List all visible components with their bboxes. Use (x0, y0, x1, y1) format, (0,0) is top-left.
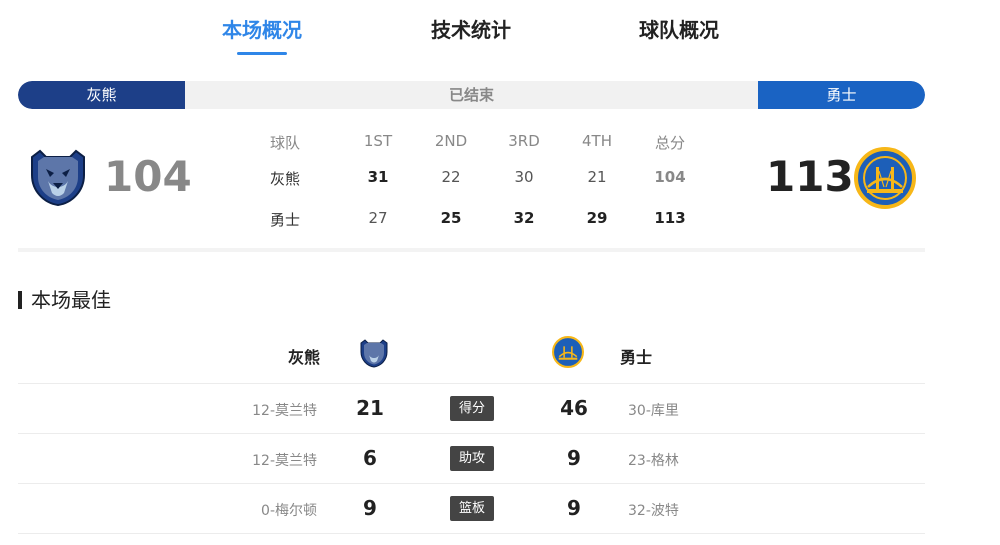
tab-label: 球队概况 (639, 18, 719, 42)
away-player-name[interactable]: 23-格林 (628, 450, 679, 470)
table-cell-q2: 25 (440, 209, 462, 227)
game-status-bar: 已结束 灰熊 勇士 (18, 81, 925, 109)
away-stat-value: 46 (560, 396, 588, 420)
warriors-logo-icon (552, 336, 584, 368)
away-stat-value: 9 (567, 496, 581, 520)
scoreboard: 104 球队 1ST 2ND 3RD 4TH 总分 灰熊 31 22 30 21… (18, 120, 925, 252)
tab-game-overview[interactable]: 本场概况 (222, 14, 302, 55)
stat-type-badge: 篮板 (450, 496, 494, 521)
tab-tech-stats[interactable]: 技术统计 (431, 14, 511, 43)
home-stat-value: 21 (356, 396, 384, 420)
table-cell-q2: 22 (441, 168, 461, 186)
table-cell-q3: 32 (513, 209, 535, 227)
table-cell-q4: 29 (586, 209, 608, 227)
away-stat-value: 9 (567, 446, 581, 470)
tab-label: 本场概况 (222, 18, 302, 42)
away-player-name[interactable]: 30-库里 (628, 400, 679, 420)
best-stat-row-rebounds: 0-梅尔顿 9 篮板 9 32-波特 (18, 484, 925, 534)
best-players-heading: 本场最佳 (18, 284, 111, 313)
table-header: 2ND (434, 132, 468, 150)
away-team-pill: 勇士 (758, 81, 925, 109)
home-player-name[interactable]: 12-莫兰特 (252, 400, 317, 420)
table-cell-team: 灰熊 (269, 170, 300, 188)
tab-bar: 本场概况 技术统计 球队概况 (0, 14, 1000, 59)
away-team-name: 勇士 (620, 348, 653, 367)
table-cell-team: 勇士 (269, 211, 300, 229)
away-player-name[interactable]: 32-波特 (628, 500, 679, 520)
table-cell-q1: 27 (368, 209, 388, 227)
home-player-name[interactable]: 12-莫兰特 (252, 450, 317, 470)
table-cell-total: 104 (654, 168, 686, 186)
grizzlies-logo-icon (31, 149, 85, 207)
table-cell-total: 113 (654, 209, 686, 227)
home-score: 104 (104, 152, 192, 201)
table-header: 1ST (363, 132, 393, 150)
grizzlies-logo-icon (360, 339, 388, 368)
tab-team-overview[interactable]: 球队概况 (639, 14, 719, 43)
home-stat-value: 9 (363, 496, 377, 520)
tab-label: 技术统计 (431, 18, 511, 42)
best-players-header: 灰熊 勇士 (18, 334, 925, 384)
table-cell-q1: 31 (367, 168, 389, 186)
stat-type-badge: 助攻 (450, 446, 494, 471)
table-header: 球队 (269, 134, 300, 152)
home-team-pill: 灰熊 (18, 81, 185, 109)
active-tab-indicator (237, 52, 287, 55)
table-cell-q4: 21 (587, 168, 607, 186)
best-stat-row-assists: 12-莫兰特 6 助攻 9 23-格林 (18, 434, 925, 484)
warriors-logo-icon (854, 147, 916, 209)
table-cell-q3: 30 (514, 168, 534, 186)
table-header: 3RD (508, 132, 540, 150)
best-stat-row-points: 12-莫兰特 21 得分 46 30-库里 (18, 384, 925, 434)
home-team-name: 灰熊 (288, 348, 321, 367)
home-stat-value: 6 (363, 446, 377, 470)
home-player-name[interactable]: 0-梅尔顿 (261, 500, 317, 520)
table-header: 总分 (654, 134, 685, 152)
away-score: 113 (766, 152, 854, 201)
table-header: 4TH (582, 132, 612, 150)
stat-type-badge: 得分 (450, 396, 494, 421)
